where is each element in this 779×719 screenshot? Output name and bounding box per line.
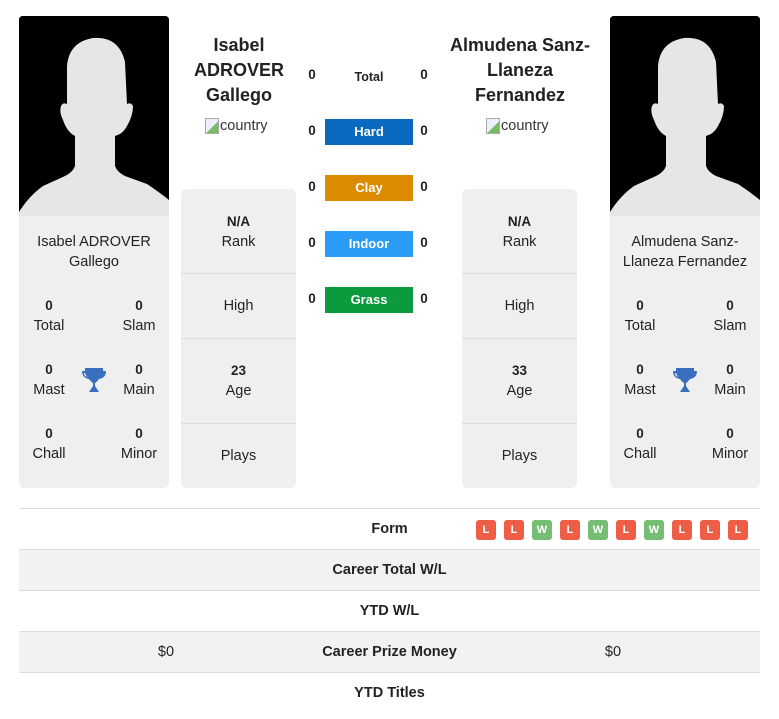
trophy-icon <box>82 368 106 392</box>
player-right-flag: country <box>486 118 549 134</box>
player-right-card-name: Almudena Sanz-Llaneza Fernandez <box>622 234 748 270</box>
player-left-card-name: Isabel ADROVER Gallego <box>37 234 151 270</box>
trophy-icon <box>673 368 697 392</box>
silhouette-icon <box>610 16 760 216</box>
form-badge-win[interactable]: W <box>588 520 608 540</box>
broken-image-icon <box>205 118 219 134</box>
player-right-card: Almudena Sanz-Llaneza Fernandez 0 Total … <box>610 216 760 488</box>
titles-main: 0 Main <box>714 362 746 398</box>
form-badge-loss[interactable]: L <box>504 520 524 540</box>
surface-badge-hard: Hard <box>325 119 413 145</box>
form-badge-win[interactable]: W <box>644 520 664 540</box>
form-badge-loss[interactable]: L <box>672 520 692 540</box>
stat-rank: N/A Rank <box>462 189 577 274</box>
stat-high: High <box>462 274 577 339</box>
row-label: Career Total W/L <box>332 562 447 578</box>
silhouette-icon <box>19 16 169 216</box>
titles-minor: 0 Minor <box>711 426 749 462</box>
form-badge-win[interactable]: W <box>532 520 552 540</box>
player-left-flag: country <box>205 118 268 134</box>
form-badge-loss[interactable]: L <box>728 520 748 540</box>
row-label: YTD W/L <box>359 603 420 619</box>
titles-slam: 0 Slam <box>122 298 156 334</box>
player-right-name[interactable]: Almudena Sanz- Llaneza Fernandez <box>445 33 595 108</box>
player-left-name[interactable]: Isabel ADROVER Gallego <box>174 33 304 108</box>
h2h-row-indoor: 0 Indoor 0 <box>300 231 440 257</box>
stat-age: 23 Age <box>181 339 296 424</box>
h2h-row-grass: 0 Grass 0 <box>300 287 440 313</box>
broken-image-icon <box>486 118 500 134</box>
titles-slam: 0 Slam <box>713 298 747 334</box>
row-career-total-wl: Career Total W/L <box>19 550 760 591</box>
stat-high: High <box>181 274 296 339</box>
form-badge-loss[interactable]: L <box>560 520 580 540</box>
titles-mast: 0 Mast <box>624 362 656 398</box>
h2h-row-hard: 0 Hard 0 <box>300 119 440 145</box>
row-ytd-titles: YTD Titles <box>19 673 760 714</box>
row-label: YTD Titles <box>354 685 425 701</box>
surface-badge-indoor: Indoor <box>325 231 413 257</box>
titles-chall: 0 Chall <box>623 426 657 462</box>
row-career-prize-money: $0 Career Prize Money $0 <box>19 632 760 673</box>
form-badge-loss[interactable]: L <box>476 520 496 540</box>
titles-minor: 0 Minor <box>120 426 158 462</box>
form-badge-loss[interactable]: L <box>700 520 720 540</box>
h2h-row-clay: 0 Clay 0 <box>300 175 440 201</box>
titles-total: 0 Total <box>624 298 656 334</box>
prize-money-right: $0 <box>604 644 622 660</box>
titles-main: 0 Main <box>123 362 155 398</box>
player-right-photo <box>610 16 760 216</box>
stat-rank: N/A Rank <box>181 189 296 274</box>
form-badges: LLWLWLWLLL <box>476 520 748 540</box>
titles-chall: 0 Chall <box>32 426 66 462</box>
surface-badge-clay: Clay <box>325 175 413 201</box>
player-left-card: Isabel ADROVER Gallego 0 Total 0 Slam 0 … <box>19 216 169 488</box>
row-form: Form LLWLWLWLLL <box>19 509 760 550</box>
surface-badge-grass: Grass <box>325 287 413 313</box>
row-ytd-wl: YTD W/L <box>19 591 760 632</box>
player-right-stats: N/A Rank High 33 Age Plays <box>462 189 577 488</box>
form-badge-loss[interactable]: L <box>616 520 636 540</box>
player-left-stats: N/A Rank High 23 Age Plays <box>181 189 296 488</box>
stat-age: 33 Age <box>462 339 577 424</box>
stat-plays: Plays <box>220 448 257 464</box>
stat-plays: Plays <box>501 448 538 464</box>
titles-total: 0 Total <box>33 298 65 334</box>
player-left-photo <box>19 16 169 216</box>
comparison-table: Form LLWLWLWLLL Career Total W/L YTD W/L… <box>19 508 760 714</box>
titles-mast: 0 Mast <box>33 362 65 398</box>
h2h-row-total: 0 Total 0 <box>308 67 428 84</box>
